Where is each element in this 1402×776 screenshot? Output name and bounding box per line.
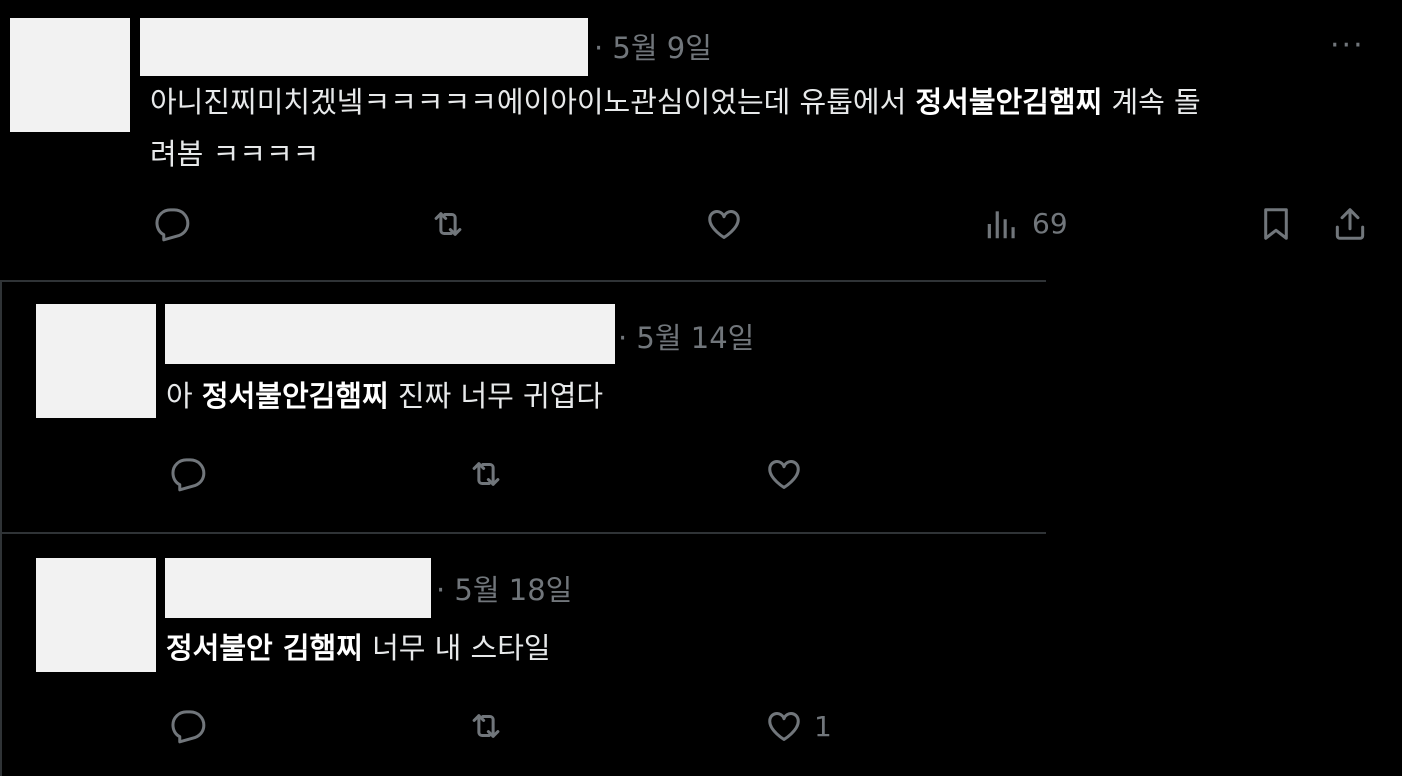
like-count: 1 (814, 710, 832, 743)
divider (0, 280, 2, 776)
author-name-redacted[interactable] (140, 18, 588, 76)
like-icon[interactable] (702, 202, 746, 246)
post-date[interactable]: · 5월 9일 (594, 30, 712, 66)
repost-icon[interactable] (426, 202, 470, 246)
reply-icon[interactable] (166, 704, 210, 748)
post-2[interactable]: · 5월 14일 아 정서불안김햄찌 진짜 너무 귀엽다 (0, 282, 1046, 532)
post-date[interactable]: · 5월 18일 (436, 572, 572, 608)
bookmark-icon[interactable] (1254, 202, 1298, 246)
avatar[interactable] (36, 304, 156, 418)
post-text-line-1: 아니진찌미치겠넼ㅋㅋㅋㅋㅋ에이아이노관심이었는데 유툽에서 정서불안김햄찌 계속… (150, 85, 1201, 119)
like-icon[interactable] (762, 704, 806, 748)
post-text: 정서불안 김햄찌 너무 내 스타일 (166, 631, 551, 665)
share-icon[interactable] (1328, 202, 1372, 246)
repost-icon[interactable] (464, 704, 508, 748)
post-1[interactable]: · 5월 9일 ··· 아니진찌미치겠넼ㅋㅋㅋㅋㅋ에이아이노관심이었는데 유툽에… (0, 0, 1402, 280)
post-text: 아니진찌미치겠넼ㅋㅋㅋㅋㅋ에이아이노관심이었는데 유툽에서 정서불안김햄찌 계속… (150, 76, 1370, 180)
post-3[interactable]: · 5월 18일 정서불안 김햄찌 너무 내 스타일 1 (0, 534, 1046, 776)
avatar[interactable] (36, 558, 156, 672)
avatar[interactable] (10, 18, 130, 132)
author-name-redacted[interactable] (165, 558, 431, 618)
post-text-bold: 정서불안김햄찌 (201, 379, 389, 413)
post-text-line-2: 려봄 ㅋㅋㅋㅋ (150, 137, 320, 171)
reply-icon[interactable] (166, 452, 210, 496)
views-icon[interactable] (980, 202, 1024, 246)
repost-icon[interactable] (464, 452, 508, 496)
post-date[interactable]: · 5월 14일 (618, 320, 754, 356)
more-icon[interactable]: ··· (1330, 31, 1365, 61)
post-text-bold: 정서불안 김햄찌 (166, 631, 363, 665)
post-text-bold: 정서불안김햄찌 (915, 85, 1103, 119)
author-name-redacted[interactable] (165, 304, 615, 364)
like-icon[interactable] (762, 452, 806, 496)
reply-icon[interactable] (150, 202, 194, 246)
post-text: 아 정서불안김햄찌 진짜 너무 귀엽다 (166, 379, 604, 413)
views-count: 69 (1032, 207, 1068, 240)
